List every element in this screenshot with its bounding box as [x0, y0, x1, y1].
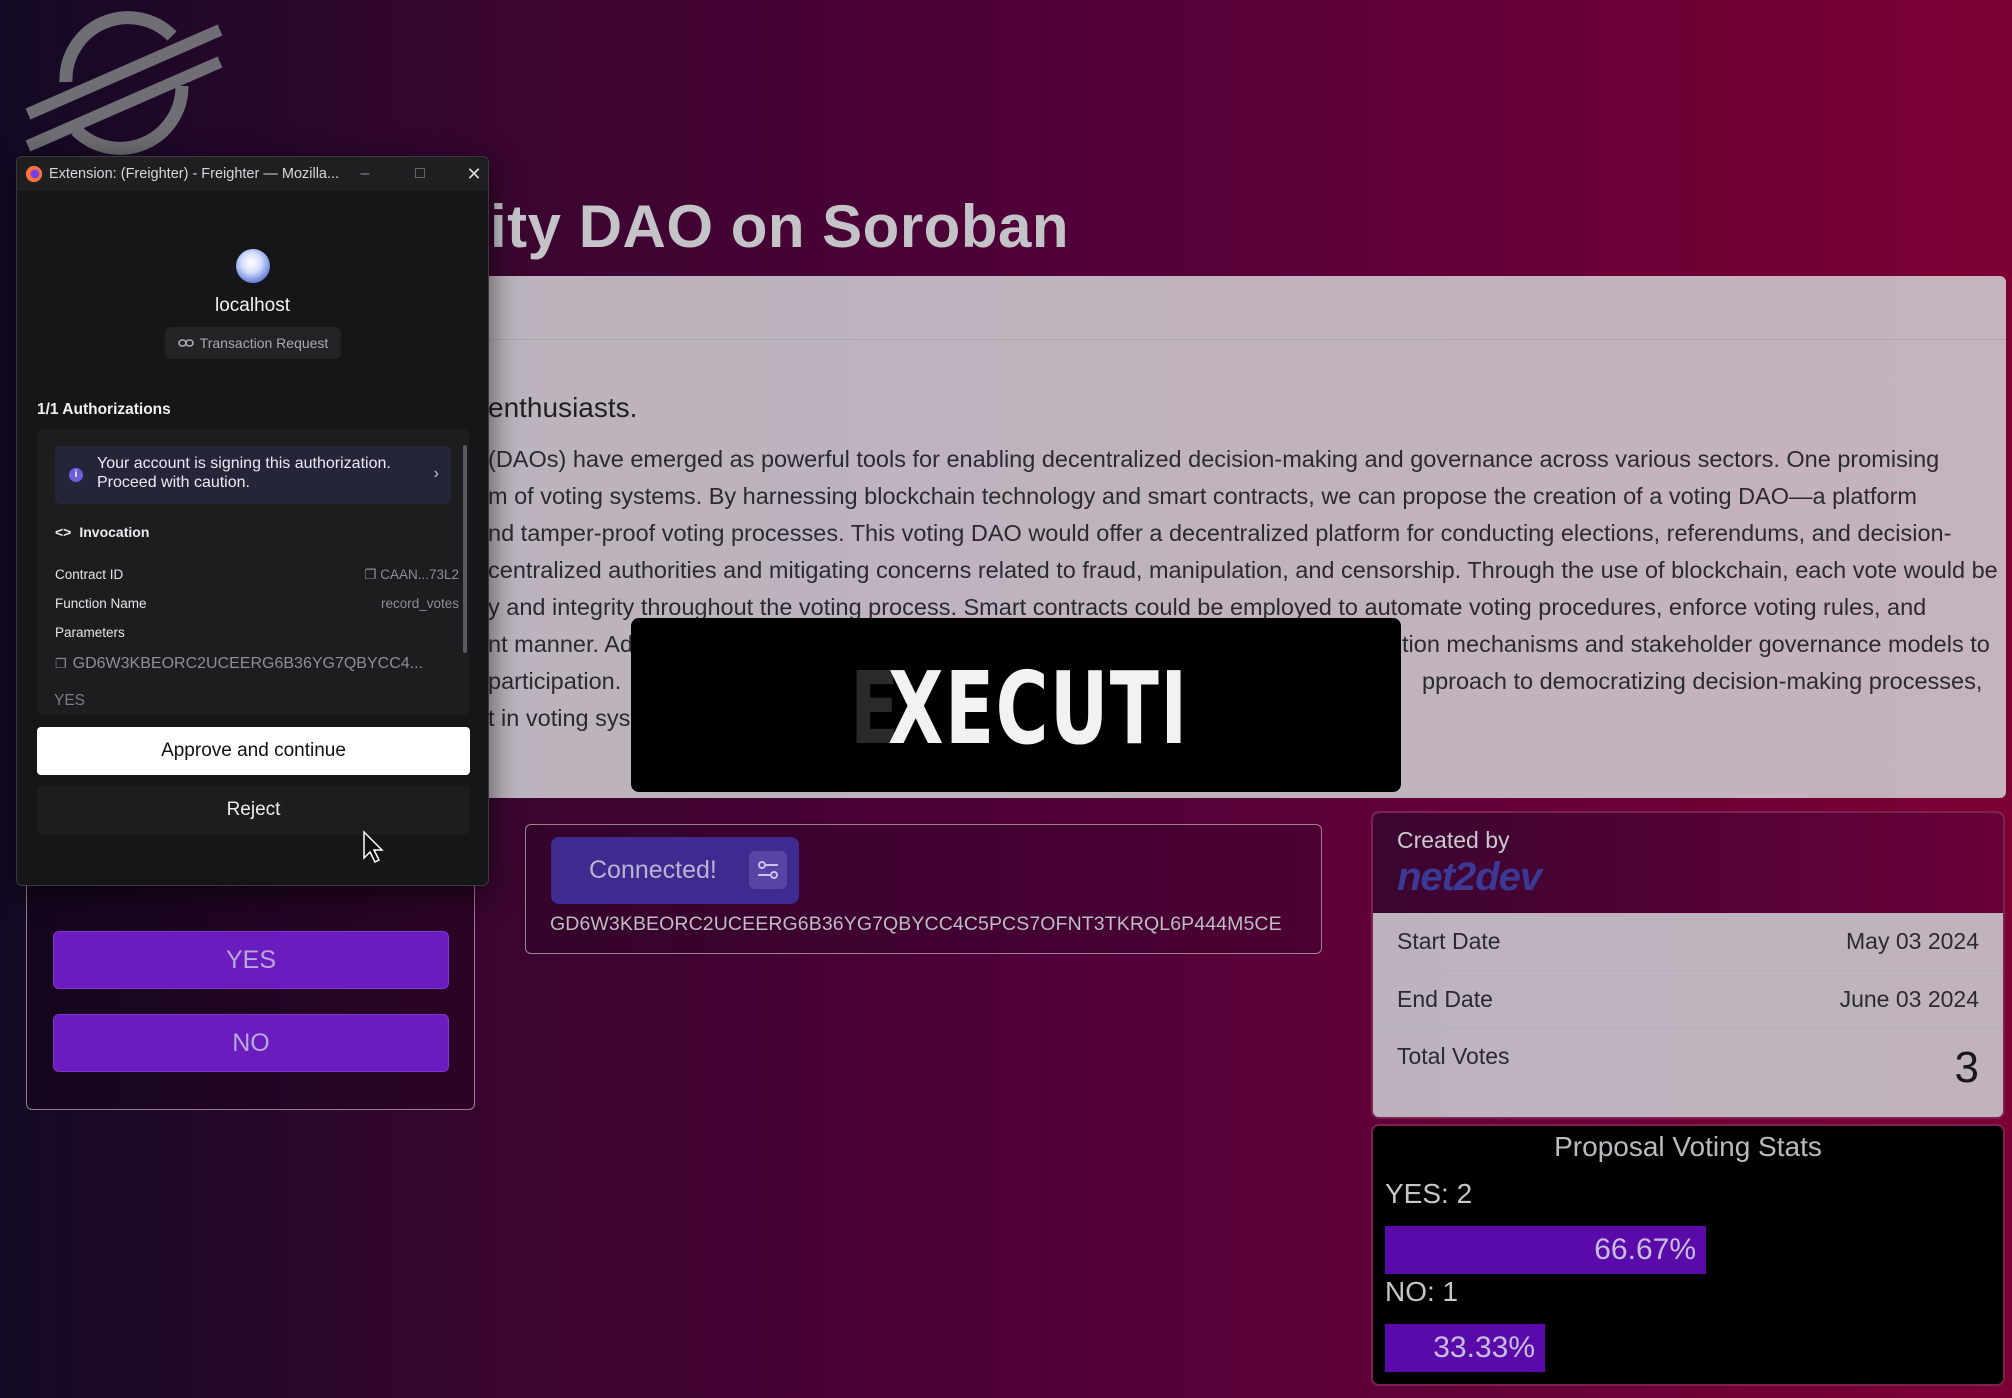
firefox-icon	[25, 165, 43, 183]
window-title: Extension: (Freighter) - Freighter — Moz…	[49, 166, 340, 182]
approve-button[interactable]: Approve and continue	[37, 727, 470, 775]
total-votes-label: Total Votes	[1397, 1043, 1510, 1069]
transaction-request-chip: Transaction Request	[165, 327, 341, 359]
vote-no-button[interactable]: NO	[53, 1014, 449, 1072]
contract-id-text: CAAN...73L2	[380, 567, 459, 582]
intro-line: centralized authorities and mitigating c…	[488, 557, 1998, 583]
copy-icon: ❐	[55, 656, 67, 671]
no-count-label: NO: 1	[1385, 1276, 1459, 1307]
info-icon: i	[69, 468, 83, 482]
invocation-header: <> Invocation	[55, 524, 149, 540]
intro-line: y and integrity throughout the voting pr…	[488, 594, 1927, 620]
settings-sliders-icon[interactable]	[749, 851, 787, 889]
yes-progress-bar: 66.67%	[1385, 1226, 1706, 1274]
close-icon[interactable]: ✕	[459, 161, 488, 187]
contract-id-row: Contract ID ❐ CAAN...73L2	[55, 567, 459, 583]
caution-text: Your account is signing this authorizati…	[97, 455, 391, 491]
voting-stats-panel: Proposal Voting Stats YES: 2 66.67% NO: …	[1371, 1124, 2005, 1386]
maximize-icon[interactable]: □	[405, 161, 435, 187]
no-progress-bar: 33.33%	[1385, 1324, 1545, 1372]
end-date-value: June 03 2024	[1839, 986, 1979, 1012]
wallet-address: GD6W3KBEORC2UCEERG6B36YG7QBYCC4C5PCS7OFN…	[550, 913, 1282, 935]
start-date-value: May 03 2024	[1846, 928, 1979, 954]
yes-count-label: YES: 2	[1385, 1178, 1473, 1209]
freighter-popup-window: Extension: (Freighter) - Freighter — Moz…	[16, 156, 489, 886]
globe-icon	[236, 249, 270, 283]
total-votes-value: 3	[1954, 1043, 1979, 1092]
link-icon	[177, 339, 194, 347]
function-name-label: Function Name	[55, 596, 147, 611]
intro-card-header	[470, 276, 2006, 340]
parameter-text: GD6W3KBEORC2UCEERG6B36YG7QBYCC4...	[72, 655, 423, 672]
vote-card: YES NO	[26, 870, 475, 1110]
start-date-row: Start Date May 03 2024	[1373, 913, 2003, 971]
authorizations-title: 1/1 Authorizations	[37, 401, 171, 418]
popup-scrollbar[interactable]	[463, 445, 467, 653]
minimize-icon[interactable]: –	[350, 161, 380, 187]
end-date-label: End Date	[1397, 986, 1493, 1012]
creator-header: Created by net2dev	[1373, 813, 2003, 913]
intro-line-tail: pproach to democratizing decision-making…	[1422, 668, 1983, 694]
code-icon: <>	[55, 524, 72, 540]
site-name: localhost	[215, 295, 290, 316]
transaction-request-label: Transaction Request	[199, 335, 329, 351]
page-title: ity DAO on Soroban	[490, 193, 1069, 260]
caution-warning[interactable]: i Your account is signing this authoriza…	[55, 446, 451, 504]
parameters-row: Parameters	[55, 625, 459, 640]
connected-label: Connected!	[589, 856, 717, 884]
end-date-row: End Date June 03 2024	[1373, 971, 2003, 1029]
connected-button[interactable]: Connected!	[551, 837, 799, 904]
intro-line: nd tamper-proof voting processes. This v…	[488, 520, 1952, 546]
intro-line: t in voting syst	[488, 705, 637, 731]
start-date-label: Start Date	[1397, 928, 1501, 954]
contract-id-value[interactable]: ❐ CAAN...73L2	[364, 567, 459, 583]
created-by-label: Created by	[1397, 827, 1510, 853]
copy-icon: ❐	[364, 567, 381, 582]
total-votes-row: Total Votes 3	[1373, 1029, 2003, 1117]
intro-heading: enthusiasts.	[488, 392, 638, 423]
brand-logo: net2dev	[1397, 855, 1542, 899]
mouse-cursor-icon	[363, 830, 384, 864]
reject-button[interactable]: Reject	[37, 786, 470, 834]
intro-line-tail: tion mechanisms and stakeholder governan…	[1402, 631, 1990, 657]
proposal-info-panel: Created by net2dev Start Date May 03 202…	[1371, 811, 2005, 1119]
window-titlebar: Extension: (Freighter) - Freighter — Moz…	[17, 157, 488, 191]
function-name-value: record_votes	[380, 596, 459, 611]
contract-id-label: Contract ID	[55, 567, 124, 582]
voting-stats-title: Proposal Voting Stats	[1554, 1131, 1822, 1162]
parameters-label: Parameters	[55, 625, 125, 640]
intro-line: m of voting systems. By harnessing block…	[488, 483, 1917, 509]
intro-line: nt manner. Add	[488, 631, 647, 657]
chevron-right-icon: ›	[433, 465, 439, 482]
yes-percent: 66.67%	[1594, 1233, 1696, 1266]
stellar-logo	[25, 11, 223, 155]
function-name-row: Function Name record_votes	[55, 596, 459, 611]
vote-yes-button[interactable]: YES	[53, 931, 449, 989]
authorization-box: i Your account is signing this authoriza…	[37, 429, 469, 715]
intro-line: participation.	[488, 668, 622, 694]
intro-line: (DAOs) have emerged as powerful tools fo…	[488, 446, 1940, 472]
parameter-value[interactable]: ❐ GD6W3KBEORC2UCEERG6B36YG7QBYCC4...	[55, 655, 423, 673]
invocation-label: Invocation	[79, 524, 150, 540]
overlay-text: XECUTI	[888, 650, 1189, 767]
no-percent: 33.33%	[1433, 1331, 1535, 1364]
parameter-yes-value: YES	[54, 692, 86, 709]
